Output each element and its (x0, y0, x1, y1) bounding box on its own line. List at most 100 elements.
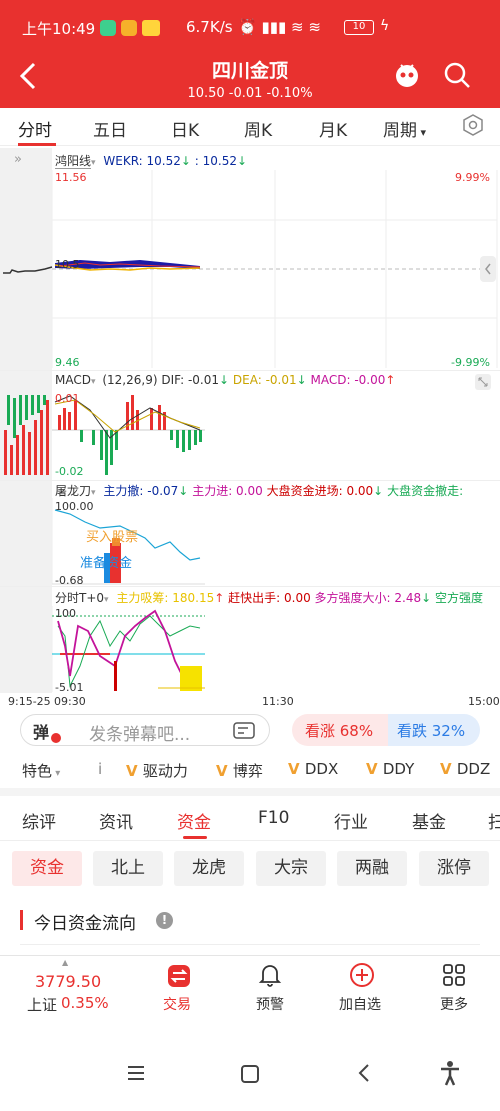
macd-legend: MACD▾ (12,26,9) DIF: -0.01↓ DEA: -0.01↓ … (55, 373, 396, 387)
sentiment-down[interactable]: 看跌 32% (397, 720, 465, 741)
t0-top: 100 (55, 607, 76, 620)
pct-max: 9.99% (455, 171, 490, 184)
bell-icon[interactable] (258, 962, 282, 988)
zhuli-che: 主力撤: -0.07 (103, 484, 179, 498)
danmu-input[interactable]: 弹 发条弹幕吧... (20, 714, 270, 746)
tab-f10[interactable]: F10 (258, 808, 289, 828)
chip-dragon-tiger[interactable]: 龙虎 (174, 851, 244, 886)
tab-underline (18, 143, 56, 146)
feature-bar: 特色 ▾ i V 驱动力 V 博弈 V DDX V DDY V DDZ (0, 756, 500, 786)
home-icon[interactable] (240, 1064, 260, 1084)
feature-ddx[interactable]: V DDX (288, 760, 338, 778)
tab-intraday[interactable]: 分时 (18, 116, 52, 141)
chip-limit-up[interactable]: 涨停 (419, 851, 489, 886)
t0-selector[interactable]: 分时T+0 (55, 591, 104, 605)
macd-params: (12,26,9) (102, 373, 158, 387)
tab-period[interactable]: 周期 ▾ (383, 116, 426, 141)
wekr-legend: 鸿阳线▾ WEKR: 10.52↓ : 10.52↓ (55, 154, 248, 169)
dapan-out: 大盘资金撤走: (387, 484, 464, 498)
feature-boyi[interactable]: V 博弈 (216, 760, 263, 781)
system-back-icon[interactable] (356, 1062, 372, 1084)
menu-icon[interactable] (126, 1064, 146, 1082)
tulongdao-top: 100.00 (55, 500, 94, 513)
tab-funds[interactable]: 资金 (177, 808, 211, 833)
index-caret-icon: ▲ (62, 958, 69, 967)
macd-bottom: -0.02 (55, 465, 84, 478)
tulongdao-legend: 屠龙刀▾ 主力撤: -0.07↓ 主力进: 0.00 大盘资金进场: 0.00↓… (55, 484, 464, 498)
chip-funds[interactable]: 资金 (12, 851, 82, 886)
danmu-settings-icon[interactable] (233, 721, 255, 741)
settings-icon[interactable] (462, 114, 484, 136)
zhuli-jin: 主力进: 0.00 (192, 484, 263, 498)
tab-weekly-k[interactable]: 周K (244, 116, 272, 141)
macd-top: 0.01 (55, 392, 80, 405)
wekr-value2: : 10.52 (194, 154, 237, 168)
sentiment-up[interactable]: 看涨 68% (305, 720, 373, 741)
feature-special[interactable]: 特色 ▾ (22, 760, 60, 781)
stock-name: 四川金顶 (211, 60, 288, 82)
tab-five-day[interactable]: 五日 (93, 116, 127, 141)
danmu-badge: 弹 (33, 723, 50, 742)
macd-selector[interactable]: MACD (55, 373, 91, 387)
index-pct: 0.35% (61, 994, 109, 1012)
t0-legend: 分时T+0▾ 主力吸筹: 180.15↑ 赶快出手: 0.00 多方强度大小: … (55, 591, 484, 605)
t0-ganchu: 赶快出手: 0.00 (228, 591, 311, 605)
feature-qudongli[interactable]: V 驱动力 (126, 760, 188, 781)
pct-min: -9.99% (451, 356, 490, 369)
indicator-selector[interactable]: 鸿阳线 (55, 154, 92, 169)
divider (0, 586, 500, 587)
assistant-icon[interactable] (392, 60, 422, 90)
tulongdao-selector[interactable]: 屠龙刀 (55, 484, 91, 498)
accessibility-icon[interactable] (438, 1060, 462, 1086)
info-icon[interactable]: i (98, 760, 102, 778)
nav-more[interactable]: 更多 (440, 994, 468, 1014)
expand-icon[interactable]: » (14, 152, 22, 167)
divider (0, 480, 500, 481)
divider (0, 370, 500, 371)
prep-signal: 准备资金 (80, 556, 133, 571)
add-watchlist-icon[interactable] (349, 962, 375, 988)
wekr-value: WEKR: 10.52 (103, 154, 181, 168)
tab-industry[interactable]: 行业 (334, 808, 368, 833)
app-header: 上午10:49 6.7K/s ⏰ ▮▮▮ ≋ ≋ 10 ϟ 四川金顶 10.50… (0, 0, 500, 108)
sentiment-bar: 看涨 68% 看跌 32% (292, 714, 480, 746)
tab-daily-k[interactable]: 日K (171, 116, 199, 141)
nav-add-watchlist[interactable]: 加自选 (339, 994, 381, 1014)
tab-more-cut[interactable]: 扫 (488, 808, 500, 833)
system-nav (0, 1040, 500, 1111)
bottom-nav: ▲ 3779.50 上证 0.35% 交易 预警 加自选 更多 (0, 956, 500, 1026)
tab-news[interactable]: 资讯 (99, 808, 133, 833)
charging-icon: ϟ (380, 18, 390, 34)
t0-duofang: 多方强度大小: 2.48 (314, 591, 422, 605)
time-open: 09:30 (54, 695, 86, 708)
more-grid-icon[interactable] (442, 963, 466, 987)
feature-ddy[interactable]: V DDY (366, 760, 414, 778)
tab-fund[interactable]: 基金 (412, 808, 446, 833)
time-close: 15:00 (468, 695, 500, 708)
macd-dea: DEA: -0.01 (232, 373, 297, 387)
dapan-in: 大盘资金进场: 0.00 (266, 484, 374, 498)
feature-ddz[interactable]: V DDZ (440, 760, 490, 778)
chip-northbound[interactable]: 北上 (93, 851, 163, 886)
chip-block-trade[interactable]: 大宗 (256, 851, 326, 886)
stock-quote: 10.50 -0.01 -0.10% (187, 86, 313, 101)
index-value[interactable]: 3779.50 (35, 972, 101, 991)
app-icons (100, 20, 160, 40)
time-auction: 9:15-25 (8, 695, 51, 708)
t0-xishou: 主力吸筹: 180.15 (116, 591, 215, 605)
tab-funds-underline (183, 836, 207, 839)
fullscreen-icon[interactable] (474, 373, 492, 391)
trade-icon[interactable] (167, 964, 191, 988)
nav-alert[interactable]: 预警 (256, 994, 284, 1014)
tab-monthly-k[interactable]: 月K (319, 116, 347, 141)
help-icon[interactable]: ! (156, 912, 173, 929)
index-name: 上证 (27, 996, 58, 1014)
danmu-placeholder: 发条弹幕吧... (89, 725, 191, 745)
chip-margin[interactable]: 两融 (337, 851, 407, 886)
nav-trade[interactable]: 交易 (163, 994, 191, 1014)
tab-overview[interactable]: 综评 (22, 808, 56, 833)
divider (0, 840, 500, 841)
price-min: 9.46 (55, 356, 80, 369)
divider-band (0, 788, 500, 796)
search-icon[interactable] (442, 60, 472, 90)
